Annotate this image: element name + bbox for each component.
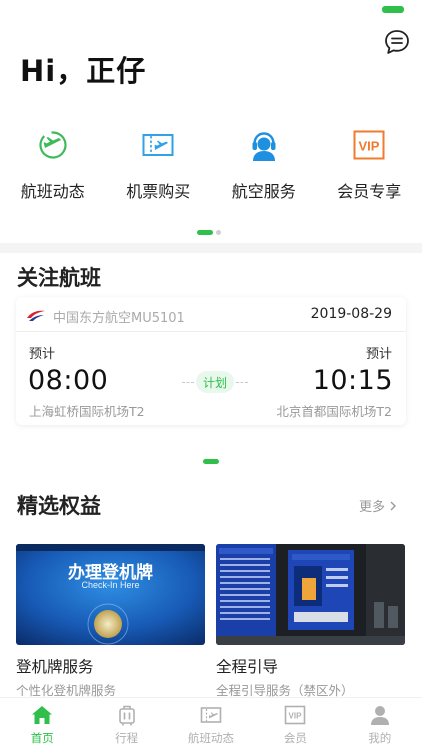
departure-estimate-label: 预计: [29, 347, 56, 362]
tab-label: 首页: [30, 731, 54, 745]
china-eastern-logo-icon: [27, 310, 45, 321]
quick-action-vip[interactable]: VIP 会员专享: [317, 128, 422, 202]
tab-label: 会员: [283, 731, 307, 745]
tab-profile[interactable]: 我的: [338, 698, 422, 750]
benefit-title: 登机牌服务: [16, 658, 94, 676]
route-dash: [236, 382, 248, 383]
boarding-pass-image-subtitle: Check-In Here: [81, 580, 140, 590]
ticket-icon: [142, 134, 174, 156]
carousel-pager: [197, 230, 221, 235]
chat-bubble-icon[interactable]: [383, 28, 411, 56]
profile-icon: [370, 706, 389, 725]
greeting-title: Hi，正仔: [20, 54, 147, 88]
followed-flights-title: 关注航班: [17, 266, 101, 290]
flight-board-icon: [200, 707, 222, 723]
section-divider: [0, 243, 422, 253]
status-indicator: [382, 6, 404, 13]
route-dash: [182, 382, 194, 383]
guidance-image: [216, 544, 405, 645]
card-separator: [16, 331, 406, 332]
flight-status-badge: 计划: [196, 371, 234, 393]
quick-action-flight-status[interactable]: 航班动态: [0, 128, 106, 202]
tab-flight-status[interactable]: 航班动态: [169, 698, 253, 750]
tab-label: 航班动态: [187, 731, 234, 745]
departure-time: 08:00: [28, 365, 109, 396]
flight-card-pager: [203, 459, 219, 464]
flight-date: 2019-08-29: [310, 306, 392, 322]
chevron-right-icon: [390, 501, 397, 510]
quick-action-label: 会员专享: [337, 182, 402, 201]
quick-action-service[interactable]: 航空服务: [211, 128, 317, 202]
more-benefits-link[interactable]: 更多: [359, 496, 397, 515]
bottom-tab-bar: 首页 行程 航班动态 VIP 会员 我的: [0, 697, 422, 750]
flight-card-header: 中国东方航空MU5101 2019-08-29: [16, 306, 406, 326]
tab-membership[interactable]: VIP 会员: [253, 698, 337, 750]
more-label: 更多: [359, 500, 386, 515]
quick-actions: 航班动态 机票购买 航空服务 VIP 会员专享: [0, 128, 422, 202]
arrival-airport: 北京首都国际机场T2: [276, 404, 392, 419]
customer-service-icon: [252, 132, 276, 161]
pager-dot: [216, 230, 221, 235]
tab-home[interactable]: 首页: [0, 698, 84, 750]
luggage-icon: [118, 705, 135, 726]
airline-name: 中国东方航空MU5101: [53, 311, 185, 326]
benefit-title: 全程引导: [216, 658, 279, 676]
vip-icon: VIP: [353, 130, 385, 160]
home-icon: [32, 706, 53, 724]
tab-label: 我的: [368, 731, 392, 745]
pager-active-dot: [197, 230, 213, 235]
vip-badge-icon: VIP: [285, 705, 306, 725]
boarding-pass-image: 办理登机牌 Check-In Here: [16, 544, 205, 645]
tab-label: 行程: [115, 731, 139, 745]
benefit-card-guidance[interactable]: 全程引导 全程引导服务（禁区外）: [216, 544, 405, 699]
quick-action-label: 航班动态: [20, 182, 85, 201]
flight-card[interactable]: 中国东方航空MU5101 2019-08-29 预计 预计 08:00 计划 1…: [16, 297, 406, 425]
benefit-card-boarding-pass[interactable]: 办理登机牌 Check-In Here 登机牌服务 个性化登机牌服务: [16, 544, 205, 699]
arrival-time: 10:15: [312, 365, 393, 396]
flight-status-icon: [39, 131, 67, 159]
benefits-title: 精选权益: [17, 494, 101, 518]
quick-action-label: 航空服务: [231, 182, 296, 201]
tab-trips[interactable]: 行程: [84, 698, 168, 750]
arrival-estimate-label: 预计: [365, 347, 392, 362]
quick-action-ticket[interactable]: 机票购买: [106, 128, 212, 202]
svg-text:VIP: VIP: [359, 139, 380, 154]
departure-airport: 上海虹桥国际机场T2: [29, 404, 145, 419]
svg-text:VIP: VIP: [289, 712, 303, 721]
quick-action-label: 机票购买: [126, 182, 191, 201]
